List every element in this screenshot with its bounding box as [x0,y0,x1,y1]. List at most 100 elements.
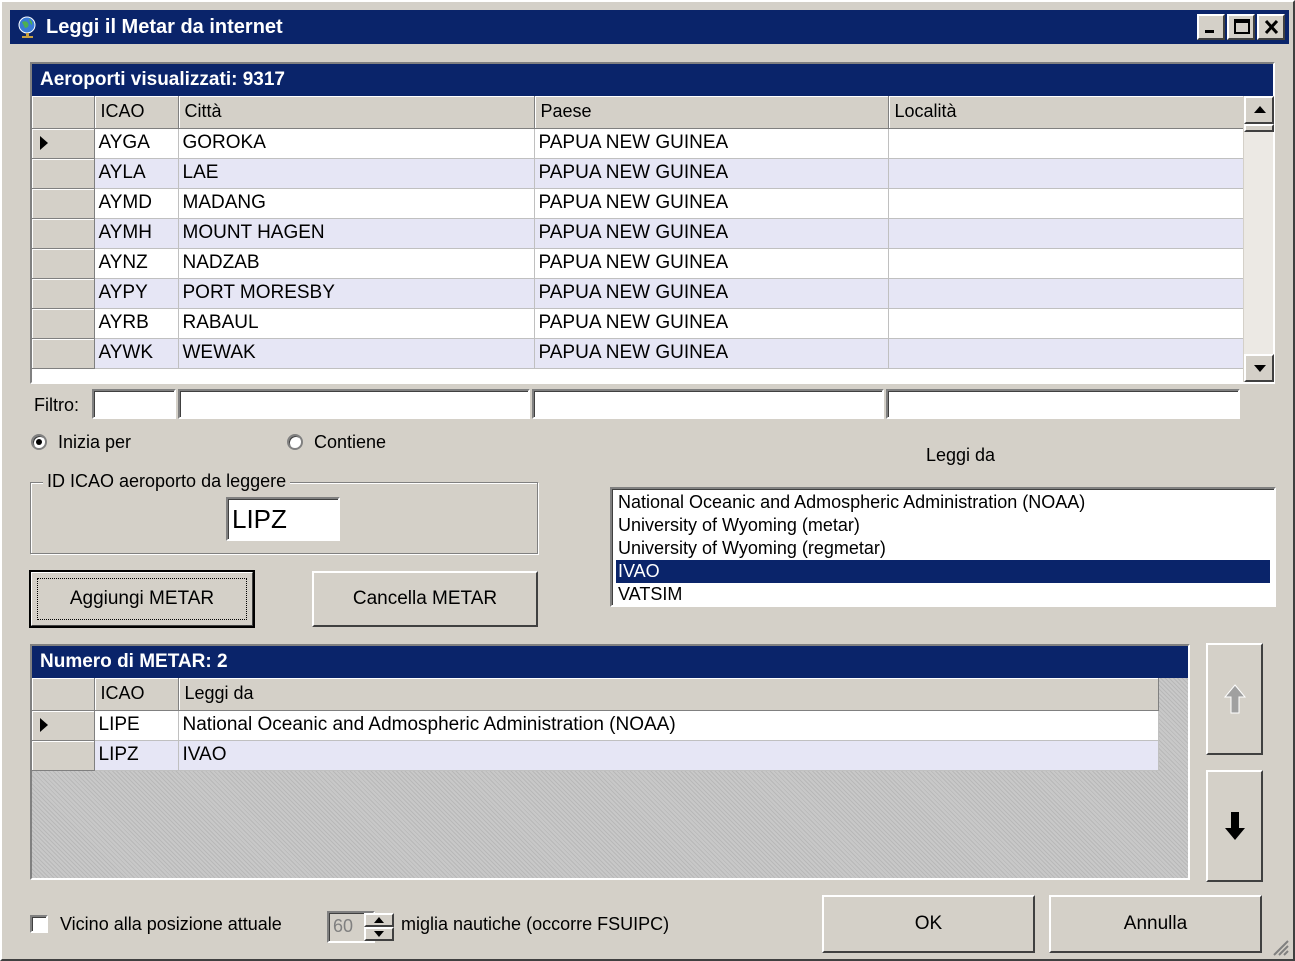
column-header-source[interactable]: Leggi da [178,678,1159,711]
airports-vertical-scrollbar[interactable] [1243,96,1274,382]
source-option[interactable]: National Oceanic and Admospheric Adminis… [616,491,1270,514]
cell-icao[interactable]: LIPZ [94,740,179,771]
cell-source[interactable]: National Oceanic and Admospheric Adminis… [178,710,1159,741]
row-indicator[interactable] [32,248,95,279]
row-indicator[interactable] [32,188,95,219]
table-row[interactable]: AYWK WEWAK PAPUA NEW GUINEA [32,338,1244,369]
row-indicator[interactable] [32,218,95,249]
row-indicator[interactable] [32,338,95,369]
source-listbox[interactable]: National Oceanic and Admospheric Adminis… [610,487,1276,607]
contains-label[interactable]: Contiene [314,432,386,453]
table-row[interactable]: LIPZ IVAO [32,740,1159,771]
table-row[interactable]: AYPY PORT MORESBY PAPUA NEW GUINEA [32,278,1244,309]
row-indicator[interactable] [32,128,95,159]
cell-city[interactable]: NADZAB [178,248,535,279]
column-header-city[interactable]: Città [178,96,535,129]
cell-city[interactable]: PORT MORESBY [178,278,535,309]
nearby-checkbox[interactable] [30,915,48,933]
table-row[interactable]: AYNZ NADZAB PAPUA NEW GUINEA [32,248,1244,279]
table-row[interactable]: AYMD MADANG PAPUA NEW GUINEA [32,188,1244,219]
move-down-button[interactable] [1206,770,1263,882]
dialog-window: Leggi il Metar da internet Aeroporti vis… [0,0,1295,961]
table-row[interactable]: AYLA LAE PAPUA NEW GUINEA [32,158,1244,189]
table-row[interactable]: AYGA GOROKA PAPUA NEW GUINEA [32,128,1244,159]
source-option-selected[interactable]: IVAO [616,560,1270,583]
delete-metar-button[interactable]: Cancella METAR [312,571,538,627]
scroll-down-button[interactable] [1244,354,1274,382]
move-up-button[interactable] [1206,643,1263,755]
cell-icao[interactable]: AYLA [94,158,179,189]
cell-locality[interactable] [888,188,1244,219]
cell-locality[interactable] [888,248,1244,279]
cell-icao[interactable]: AYMD [94,188,179,219]
cell-locality[interactable] [888,158,1244,189]
table-row[interactable]: AYRB RABAUL PAPUA NEW GUINEA [32,308,1244,339]
cell-country[interactable]: PAPUA NEW GUINEA [534,338,889,369]
cell-country[interactable]: PAPUA NEW GUINEA [534,188,889,219]
icao-input[interactable]: LIPZ [226,497,340,541]
title-bar[interactable]: Leggi il Metar da internet [10,10,1289,44]
cell-icao[interactable]: LIPE [94,710,179,741]
cell-city[interactable]: WEWAK [178,338,535,369]
table-row[interactable]: LIPE National Oceanic and Admospheric Ad… [32,710,1159,741]
cell-locality[interactable] [888,278,1244,309]
cell-locality[interactable] [888,218,1244,249]
source-option[interactable]: VATSIM [616,583,1270,606]
add-metar-button[interactable]: Aggiungi METAR [29,570,255,628]
resize-grip-icon[interactable] [1270,937,1290,957]
filter-country-input[interactable] [532,389,884,419]
source-option[interactable]: University of Wyoming (metar) [616,514,1270,537]
cell-city[interactable]: GOROKA [178,128,535,159]
filter-icao-input[interactable] [92,389,176,419]
cell-city[interactable]: MOUNT HAGEN [178,218,535,249]
row-indicator[interactable] [32,308,95,339]
delete-metar-label: Cancella METAR [352,588,498,609]
column-header-locality[interactable]: Località [888,96,1244,129]
scroll-thumb[interactable] [1244,124,1274,132]
row-indicator[interactable] [32,740,95,771]
cell-source[interactable]: IVAO [178,740,1159,771]
starts-with-label[interactable]: Inizia per [58,432,131,453]
filter-locality-input[interactable] [886,389,1240,419]
column-header-icao[interactable]: ICAO [94,96,179,129]
cell-country[interactable]: PAPUA NEW GUINEA [534,128,889,159]
miles-spinner[interactable] [364,913,394,941]
cell-icao[interactable]: AYRB [94,308,179,339]
cell-locality[interactable] [888,338,1244,369]
scroll-up-button[interactable] [1244,96,1274,124]
source-option[interactable]: University of Wyoming (regmetar) [616,537,1270,560]
column-header-icao[interactable]: ICAO [94,678,179,711]
cell-country[interactable]: PAPUA NEW GUINEA [534,158,889,189]
column-header-country[interactable]: Paese [534,96,889,129]
starts-with-radio[interactable] [31,434,47,450]
close-button[interactable] [1257,14,1285,40]
filter-city-input[interactable] [178,389,530,419]
cell-icao[interactable]: AYGA [94,128,179,159]
cell-country[interactable]: PAPUA NEW GUINEA [534,278,889,309]
cell-country[interactable]: PAPUA NEW GUINEA [534,248,889,279]
cell-city[interactable]: MADANG [178,188,535,219]
row-indicator[interactable] [32,158,95,189]
cell-locality[interactable] [888,128,1244,159]
spin-up-button[interactable] [364,913,394,927]
row-indicator[interactable] [32,278,95,309]
cell-city[interactable]: RABAUL [178,308,535,339]
maximize-button[interactable] [1227,14,1255,40]
nearby-label[interactable]: Vicino alla posizione attuale [60,914,282,935]
minimize-button[interactable] [1197,14,1225,40]
cell-country[interactable]: PAPUA NEW GUINEA [534,308,889,339]
cell-icao[interactable]: AYMH [94,218,179,249]
cell-locality[interactable] [888,308,1244,339]
table-row[interactable]: AYMH MOUNT HAGEN PAPUA NEW GUINEA [32,218,1244,249]
cell-city[interactable]: LAE [178,158,535,189]
ok-button[interactable]: OK [822,895,1035,953]
focus-rectangle [37,578,247,620]
contains-radio[interactable] [287,434,303,450]
cell-icao[interactable]: AYWK [94,338,179,369]
cancel-button[interactable]: Annulla [1049,895,1262,953]
cell-icao[interactable]: AYPY [94,278,179,309]
cell-country[interactable]: PAPUA NEW GUINEA [534,218,889,249]
row-indicator[interactable] [32,710,95,741]
cell-icao[interactable]: AYNZ [94,248,179,279]
spin-down-button[interactable] [364,927,394,941]
